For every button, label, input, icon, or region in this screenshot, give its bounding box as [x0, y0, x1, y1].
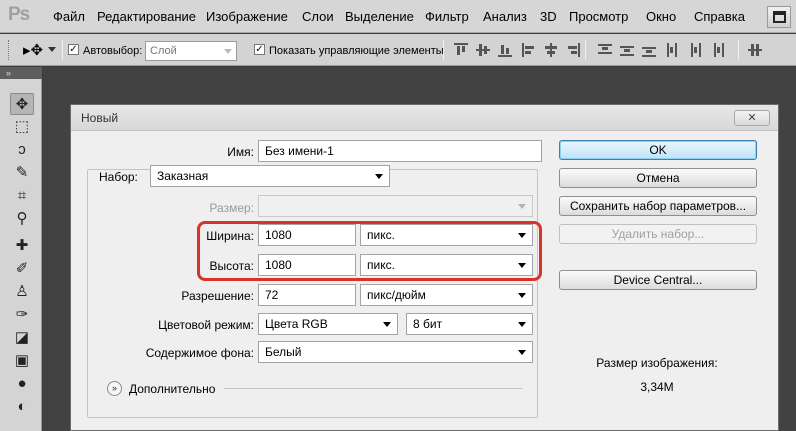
lasso-tool-icon[interactable]: ↄ: [10, 139, 34, 161]
history-brush-tool-icon[interactable]: ✑: [10, 304, 34, 326]
background-label: Содержимое фона:: [145, 346, 254, 360]
distribute-right-icon[interactable]: [710, 43, 724, 57]
delete-preset-button: Удалить набор...: [559, 224, 757, 244]
color-mode-dropdown[interactable]: Цвета RGB: [258, 313, 398, 335]
separator: [738, 40, 739, 60]
clone-stamp-tool-icon[interactable]: ♙: [10, 281, 34, 303]
workspace-layout-button[interactable]: [767, 6, 791, 28]
chevron-down-icon: [383, 322, 391, 327]
image-size-value: 3,34M: [640, 380, 674, 394]
auto-select-target-dropdown[interactable]: Слой: [145, 41, 237, 61]
menu-window[interactable]: Окно: [646, 9, 676, 24]
name-input[interactable]: Без имени-1: [258, 140, 542, 162]
quick-selection-tool-icon[interactable]: ✎: [10, 162, 34, 184]
menu-help[interactable]: Справка: [694, 9, 745, 24]
menu-layers[interactable]: Слои: [302, 9, 334, 24]
menu-image[interactable]: Изображение: [206, 9, 288, 24]
menu-analysis[interactable]: Анализ: [483, 9, 527, 24]
preset-dropdown[interactable]: Заказная: [150, 165, 390, 187]
resolution-unit-value: пикс/дюйм: [367, 288, 426, 302]
advanced-divider: [224, 388, 522, 389]
dialog-title-bar[interactable]: Новый ✕: [71, 105, 778, 131]
chevron-down-icon: [224, 49, 232, 54]
move-tool-icon: ▸✥: [23, 42, 44, 59]
align-left-icon[interactable]: [522, 43, 536, 57]
distribute-left-icon[interactable]: [666, 43, 680, 57]
image-size-label: Размер изображения:: [596, 356, 718, 370]
name-label: Имя:: [227, 145, 254, 159]
layout-icon: [773, 11, 786, 23]
align-vertical-center-icon[interactable]: [476, 43, 490, 57]
chevron-down-icon: [518, 293, 526, 298]
separator: [585, 40, 586, 60]
color-mode-label: Цветовой режим:: [158, 318, 254, 332]
menu-3d[interactable]: 3D: [540, 9, 557, 24]
size-dropdown: [258, 195, 533, 217]
auto-select-value: Слой: [150, 45, 177, 57]
background-dropdown[interactable]: Белый: [258, 341, 533, 363]
dodge-tool-icon[interactable]: ◐: [10, 396, 34, 418]
advanced-label[interactable]: Дополнительно: [129, 382, 215, 396]
size-label: Размер:: [209, 201, 254, 215]
chevron-down-icon: [518, 204, 526, 209]
ok-button[interactable]: OK: [559, 140, 757, 160]
distribute-top-icon[interactable]: [598, 43, 612, 57]
chevron-down-icon: [48, 47, 56, 52]
tools-panel: » ✥ ⬚ ↄ ✎ ⌗ ⚲ ✚ ✐ ♙ ✑ ◪ ▣ ● ◐: [0, 67, 42, 431]
photoshop-logo: Ps: [8, 4, 30, 25]
eraser-tool-icon[interactable]: ◪: [10, 327, 34, 349]
menu-file[interactable]: Файл: [53, 9, 85, 24]
menu-edit[interactable]: Редактирование: [97, 9, 196, 24]
tools-panel-header[interactable]: »: [0, 67, 42, 79]
menu-select[interactable]: Выделение: [345, 9, 414, 24]
crop-tool-icon[interactable]: ⌗: [10, 185, 34, 207]
tool-preset-picker[interactable]: ▸✥: [20, 41, 58, 59]
auto-select-label: Автовыбор:: [83, 45, 143, 57]
menu-view[interactable]: Просмотр: [569, 9, 628, 24]
auto-align-layers-icon[interactable]: [748, 43, 762, 57]
device-central-button[interactable]: Device Central...: [559, 270, 757, 290]
color-mode-value: Цвета RGB: [265, 317, 328, 331]
show-controls-label: Показать управляющие элементы: [269, 45, 444, 57]
background-value: Белый: [265, 345, 302, 359]
align-horizontal-center-icon[interactable]: [544, 43, 558, 57]
separator: [443, 40, 444, 60]
chevron-down-icon: [375, 174, 383, 179]
menu-bar: Ps Файл Редактирование Изображение Слои …: [0, 0, 796, 33]
preset-label: Набор:: [96, 170, 141, 184]
chevron-down-icon: [518, 322, 526, 327]
align-bottom-icon[interactable]: [498, 43, 512, 57]
close-button[interactable]: ✕: [734, 110, 770, 126]
expand-advanced-icon[interactable]: »: [107, 381, 122, 396]
gradient-tool-icon[interactable]: ▣: [10, 350, 34, 372]
show-controls-checkbox[interactable]: ✓: [254, 44, 265, 55]
menu-filter[interactable]: Фильтр: [425, 9, 469, 24]
collapse-arrows-icon[interactable]: »: [6, 68, 11, 78]
cancel-button[interactable]: Отмена: [559, 168, 757, 188]
highlight-frame: [197, 221, 542, 281]
dialog-title: Новый: [81, 111, 119, 125]
resolution-label: Разрешение:: [181, 289, 254, 303]
distribute-bottom-icon[interactable]: [642, 43, 656, 57]
align-top-icon[interactable]: [454, 43, 468, 57]
brush-tool-icon[interactable]: ✐: [10, 258, 34, 280]
move-tool-icon[interactable]: ✥: [10, 93, 34, 115]
preset-value: Заказная: [157, 169, 209, 183]
separator: [62, 40, 63, 60]
eyedropper-tool-icon[interactable]: ⚲: [10, 208, 34, 230]
bit-depth-value: 8 бит: [413, 317, 443, 331]
resolution-unit-dropdown[interactable]: пикс/дюйм: [360, 284, 533, 306]
auto-select-checkbox[interactable]: ✓: [68, 44, 79, 55]
align-right-icon[interactable]: [566, 43, 580, 57]
save-preset-button[interactable]: Сохранить набор параметров...: [559, 196, 757, 216]
distribute-vertical-center-icon[interactable]: [620, 43, 634, 57]
marquee-tool-icon[interactable]: ⬚: [10, 116, 34, 138]
chevron-down-icon: [518, 350, 526, 355]
resolution-input[interactable]: 72: [258, 284, 356, 306]
bit-depth-dropdown[interactable]: 8 бит: [406, 313, 533, 335]
distribute-horizontal-center-icon[interactable]: [688, 43, 702, 57]
blur-tool-icon[interactable]: ●: [10, 373, 34, 395]
options-bar-grip[interactable]: [8, 40, 10, 60]
healing-brush-tool-icon[interactable]: ✚: [10, 235, 34, 257]
